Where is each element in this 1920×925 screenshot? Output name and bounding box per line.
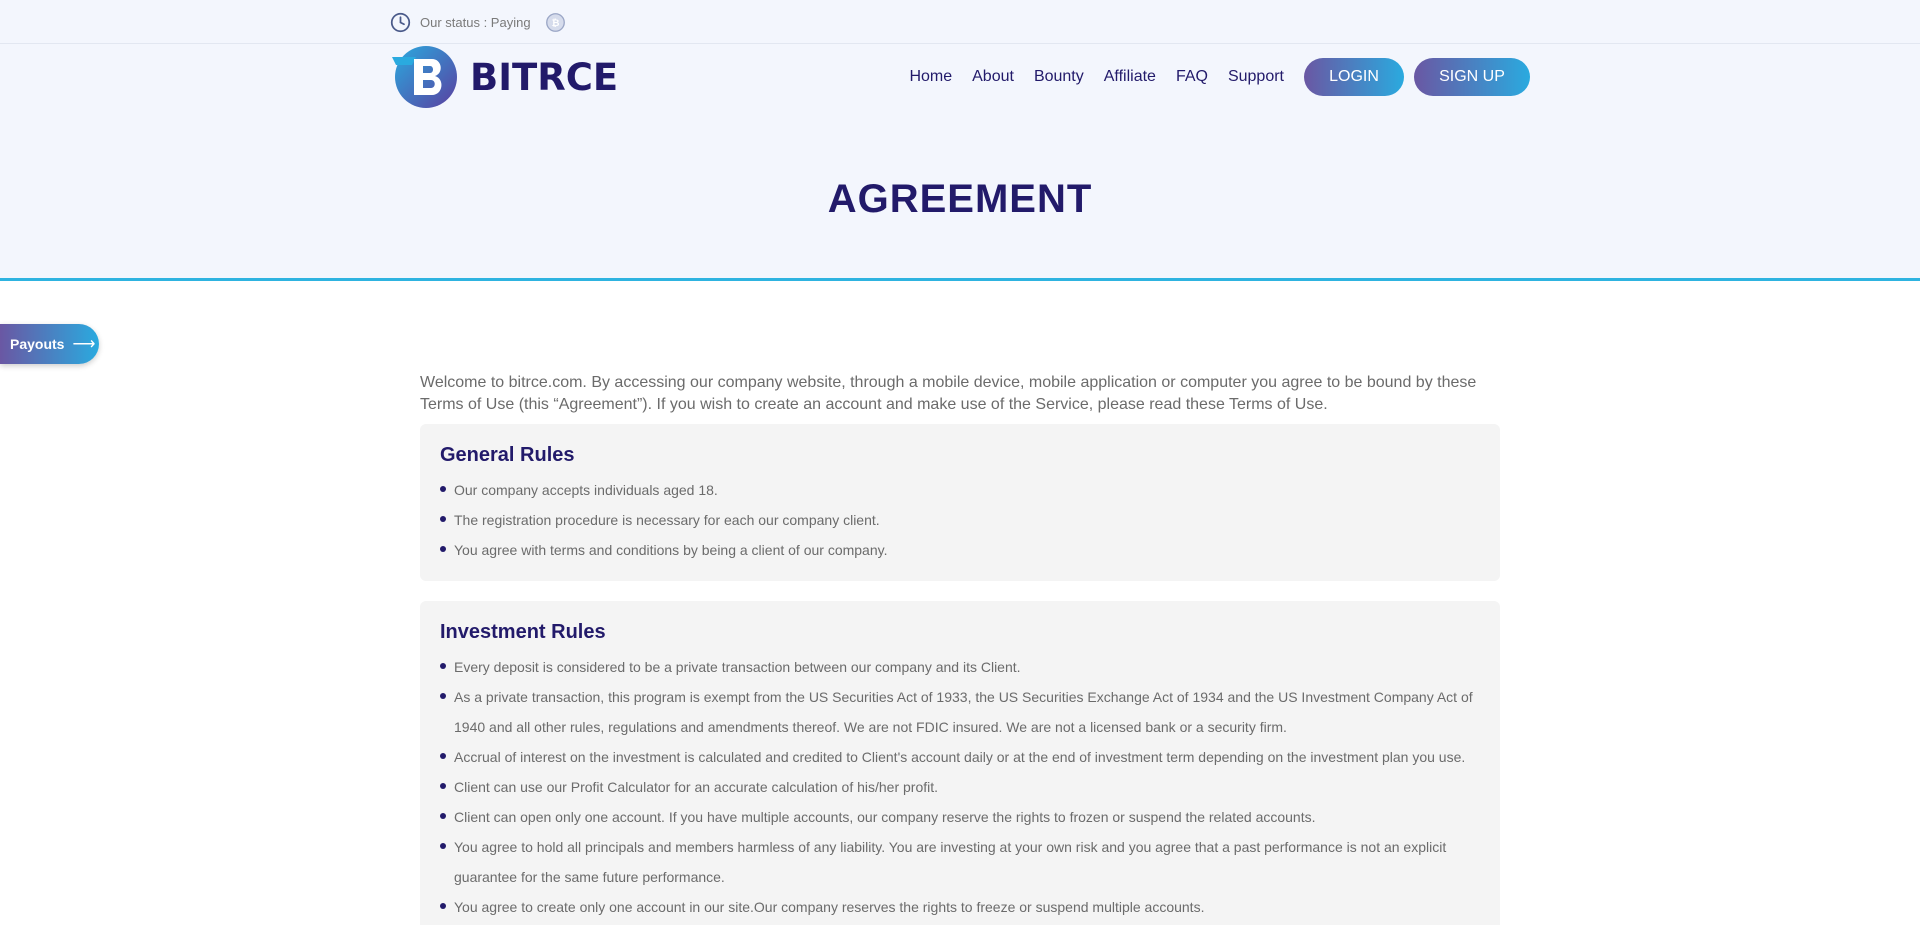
- nav-home[interactable]: Home: [909, 68, 952, 86]
- nav-affiliate[interactable]: Affiliate: [1104, 68, 1156, 86]
- rules-list: Our company accepts individuals aged 18.…: [440, 475, 1480, 565]
- clock-icon: [390, 12, 411, 32]
- nav-about[interactable]: About: [972, 68, 1014, 86]
- list-item: Client can use our Profit Calculator for…: [440, 772, 1480, 802]
- section-general-rules: General Rules Our company accepts indivi…: [420, 424, 1500, 581]
- list-item: Client can open only one account. If you…: [440, 802, 1480, 832]
- login-button[interactable]: LOGIN: [1304, 58, 1404, 96]
- nav-faq[interactable]: FAQ: [1176, 68, 1208, 86]
- signup-button[interactable]: SIGN UP: [1414, 58, 1530, 96]
- page-header: Our status : Paying ₿ BITRCE Home About …: [0, 0, 1920, 281]
- section-title: Investment Rules: [440, 621, 606, 643]
- page-title: AGREEMENT: [827, 177, 1093, 221]
- section-title: General Rules: [440, 444, 575, 466]
- list-item: As a private transaction, this program i…: [440, 682, 1480, 742]
- status-text: Our status : Paying: [420, 14, 531, 30]
- intro-paragraph: Welcome to bitrce.com. By accessing our …: [420, 374, 1477, 413]
- payouts-tab[interactable]: Payouts ⟶: [0, 324, 99, 364]
- list-item: Accrual of interest on the investment is…: [440, 742, 1480, 772]
- list-item: You agree to hold all principals and mem…: [440, 832, 1480, 892]
- brand-name: BITRCE: [470, 55, 619, 99]
- nav-bounty[interactable]: Bounty: [1034, 68, 1084, 86]
- agreement-content: Welcome to bitrce.com. By accessing our …: [420, 372, 1500, 925]
- bitcoin-icon: ₿: [545, 12, 565, 32]
- nav-support[interactable]: Support: [1228, 68, 1284, 86]
- rules-list: Every deposit is considered to be a priv…: [440, 652, 1480, 922]
- list-item: You agree with terms and conditions by b…: [440, 535, 1480, 565]
- section-investment-rules: Investment Rules Every deposit is consid…: [420, 601, 1500, 925]
- main-nav: BITRCE Home About Bounty Affiliate FAQ S…: [390, 44, 1530, 110]
- list-item: You agree to create only one account in …: [440, 892, 1480, 922]
- payouts-label: Payouts: [10, 336, 65, 352]
- list-item: The registration procedure is necessary …: [440, 505, 1480, 535]
- list-item: Our company accepts individuals aged 18.: [440, 475, 1480, 505]
- top-status-bar: Our status : Paying ₿: [0, 0, 1920, 44]
- list-item: Every deposit is considered to be a priv…: [440, 652, 1480, 682]
- site-logo[interactable]: BITRCE: [390, 43, 618, 111]
- svg-text:₿: ₿: [551, 18, 559, 29]
- arrow-right-icon: ⟶: [72, 336, 96, 353]
- logo-mark-icon: [392, 46, 457, 108]
- nav-menu: Home About Bounty Affiliate FAQ Support …: [909, 58, 1530, 96]
